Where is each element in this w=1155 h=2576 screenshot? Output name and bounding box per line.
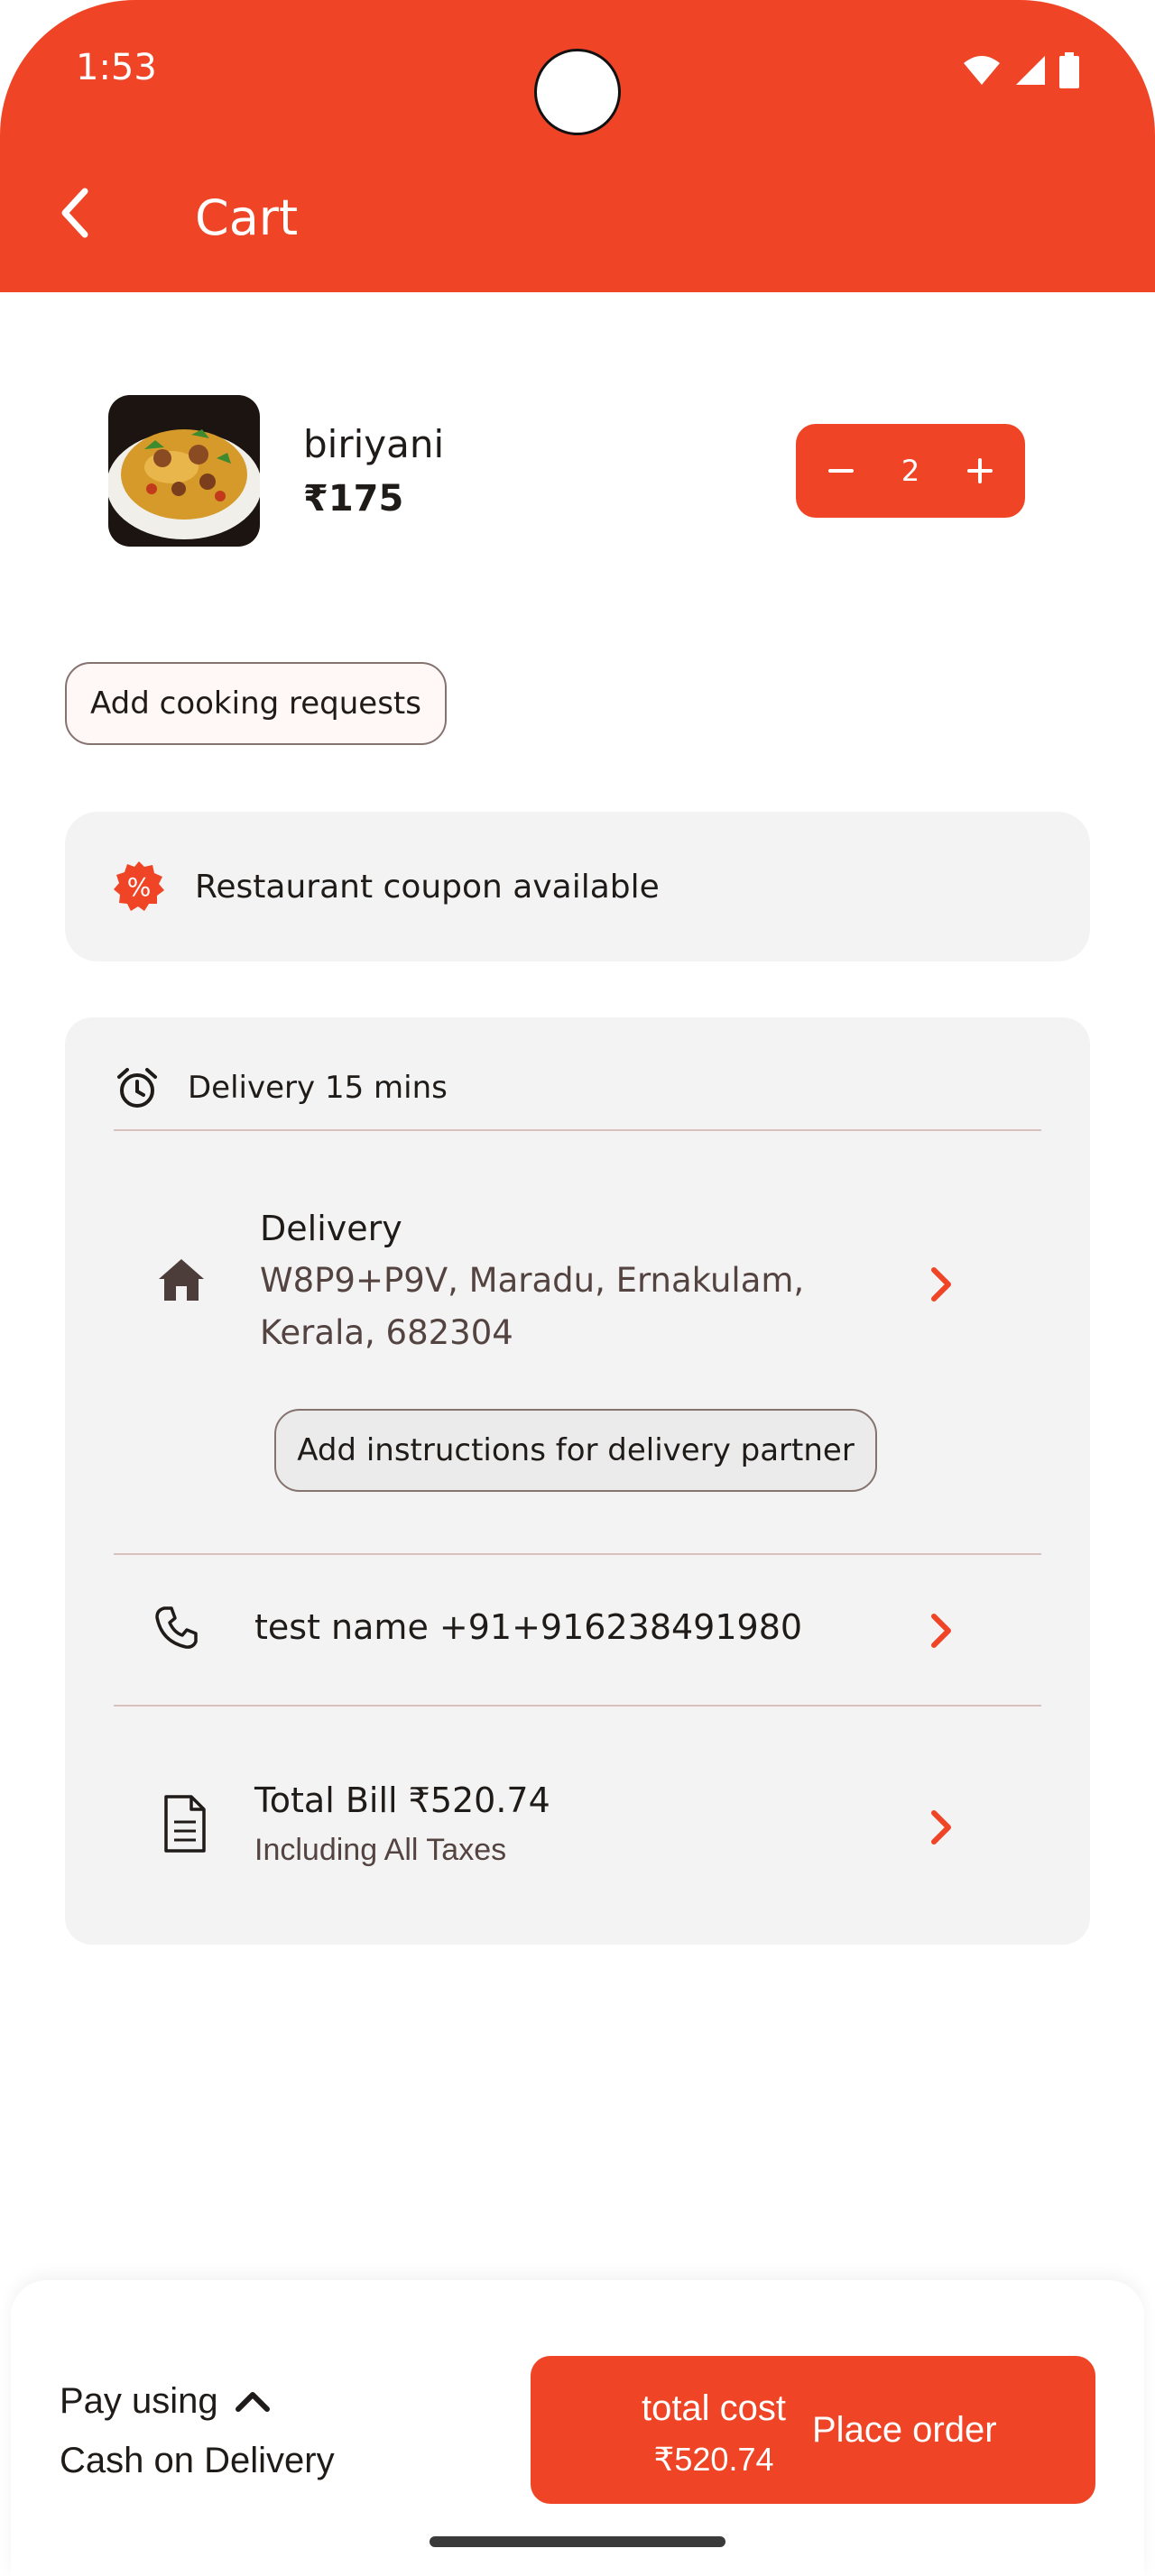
minus-icon <box>828 469 854 473</box>
pay-using-toggle[interactable]: Pay using <box>60 2381 271 2422</box>
chevron-right-icon[interactable] <box>926 1809 956 1845</box>
svg-text:%: % <box>127 872 152 902</box>
chevron-right-icon[interactable] <box>926 1266 956 1302</box>
home-icon <box>159 1259 204 1301</box>
chevron-right-icon[interactable] <box>926 1613 956 1649</box>
delivery-card: Delivery 15 mins Delivery W8P9+P9V, Mara… <box>65 1017 1090 1945</box>
alarm-icon <box>117 1068 157 1108</box>
contact-details[interactable]: test name +91+916238491980 <box>254 1607 802 1647</box>
wifi-icon <box>964 56 1000 85</box>
back-arrow-icon[interactable] <box>54 186 97 240</box>
receipt-icon <box>164 1795 206 1853</box>
place-order-label: Place order <box>812 2410 997 2450</box>
page-title: Cart <box>195 189 299 246</box>
add-delivery-instructions-button[interactable]: Add instructions for delivery partner <box>274 1409 877 1492</box>
item-name: biriyani <box>303 422 445 466</box>
add-cooking-requests-button[interactable]: Add cooking requests <box>65 662 447 745</box>
address-line-1: W8P9+P9V, Maradu, Ernakulam, <box>260 1261 805 1300</box>
discount-icon: % <box>114 861 164 911</box>
total-cost-value: ₹520.74 <box>653 2441 774 2478</box>
divider <box>114 1705 1041 1707</box>
app-bar: 1:53 Cart <box>0 0 1155 292</box>
coupon-card[interactable]: % Restaurant coupon available <box>65 812 1090 961</box>
food-image <box>108 395 260 547</box>
screen: 1:53 Cart biriyani ₹175 2 Add cooking re… <box>0 0 1155 2576</box>
quantity-stepper: 2 <box>796 424 1025 518</box>
total-cost-label: total cost <box>641 2388 787 2428</box>
total-bill: Total Bill ₹520.74 <box>254 1780 550 1820</box>
signal-icon <box>1016 56 1045 85</box>
battery-icon <box>1059 52 1079 88</box>
increase-button[interactable] <box>962 453 998 489</box>
status-time: 1:53 <box>76 47 157 88</box>
chevron-up-icon <box>235 2391 270 2412</box>
tax-note: Including All Taxes <box>254 1833 507 1867</box>
plus-icon <box>966 458 993 483</box>
address-line-2: Kerala, 682304 <box>260 1313 513 1352</box>
coupon-text: Restaurant coupon available <box>195 868 660 906</box>
camera-cutout <box>534 49 621 135</box>
phone-icon <box>155 1606 198 1649</box>
place-order-button[interactable]: total cost ₹520.74 Place order <box>531 2356 1095 2504</box>
status-icons <box>962 52 1079 88</box>
decrease-button[interactable] <box>823 453 859 489</box>
divider <box>114 1553 1041 1555</box>
delivery-title: Delivery <box>260 1209 402 1248</box>
delivery-eta: Delivery 15 mins <box>188 1070 448 1106</box>
quantity-value: 2 <box>901 454 920 488</box>
payment-method: Cash on Delivery <box>60 2441 335 2480</box>
item-price: ₹175 <box>303 478 404 520</box>
divider <box>114 1129 1041 1131</box>
pay-using-label: Pay using <box>60 2381 218 2421</box>
home-indicator[interactable] <box>430 2536 725 2547</box>
